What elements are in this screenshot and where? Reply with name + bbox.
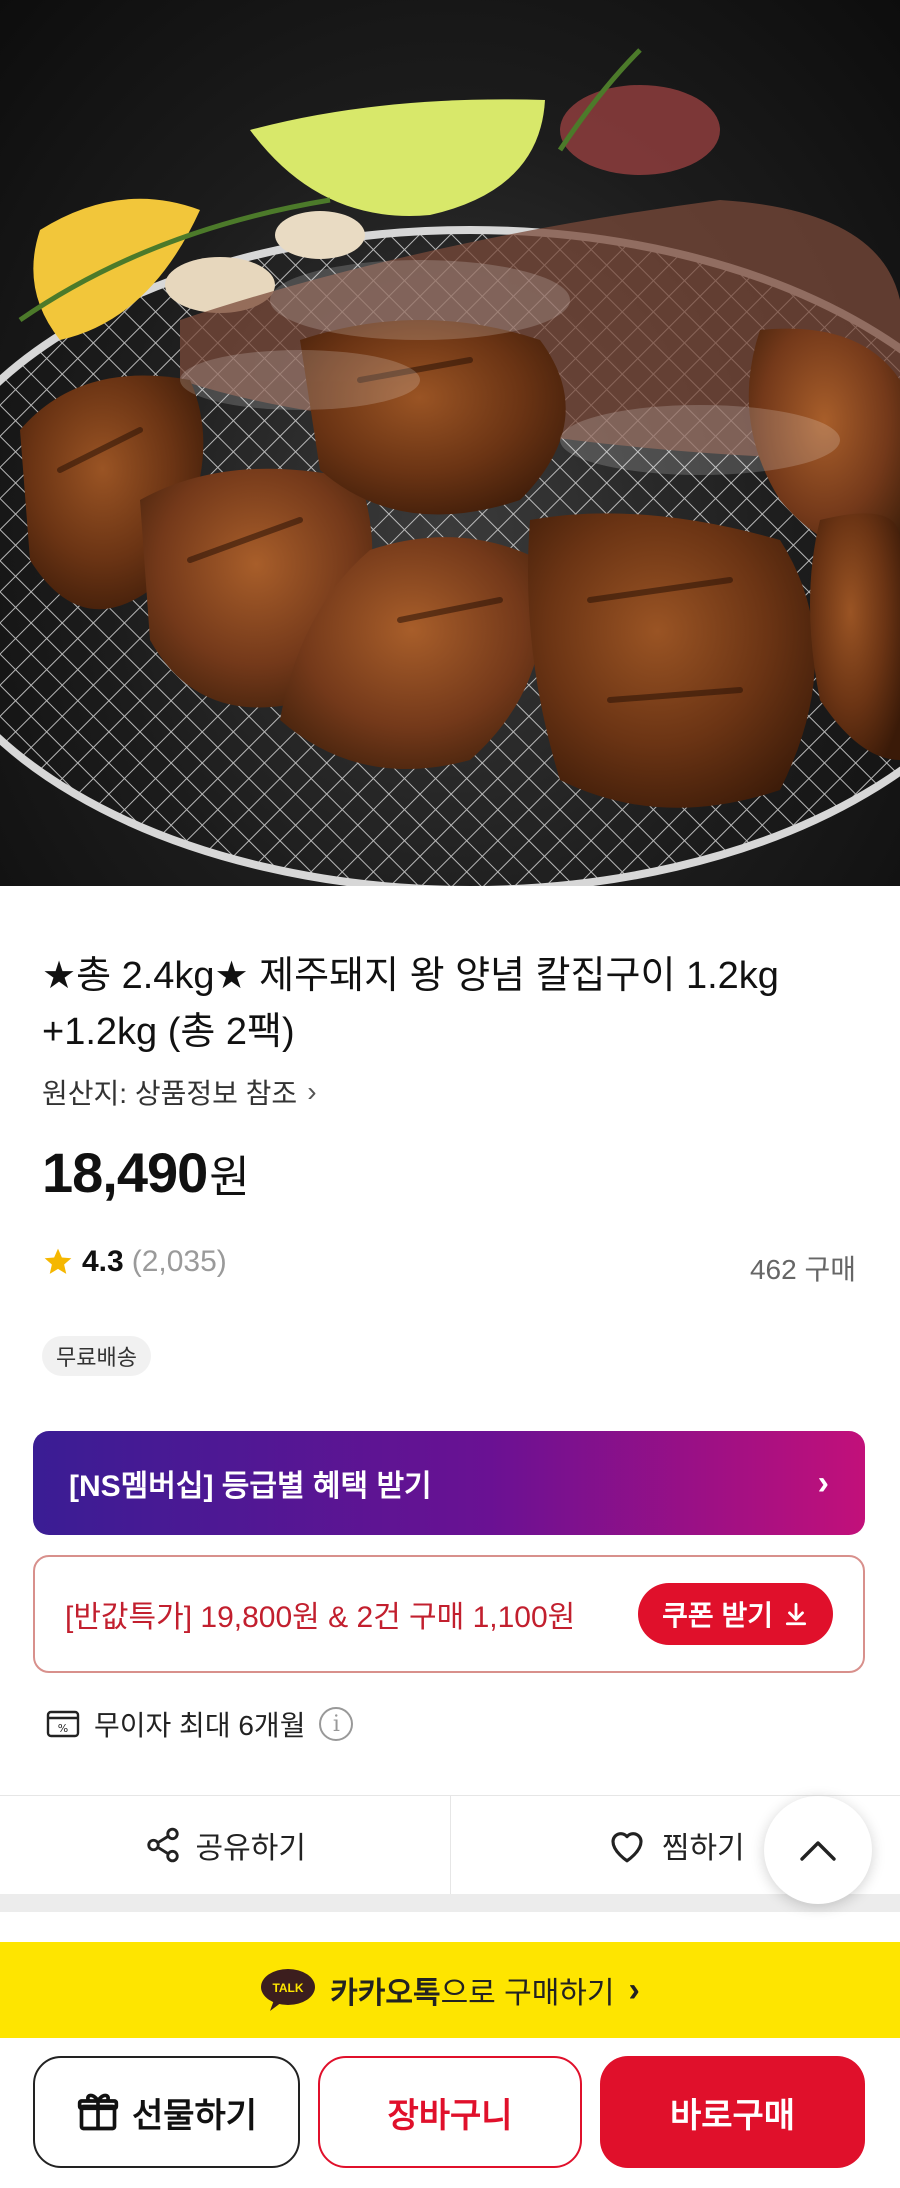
cart-button[interactable]: 장바구니	[318, 2056, 582, 2168]
origin-label: 원산지: 상품정보 참조	[42, 1078, 298, 1109]
get-coupon-button[interactable]: 쿠폰 받기	[638, 1583, 833, 1645]
gift-icon	[77, 2093, 119, 2131]
price-value: 18,490	[42, 1141, 208, 1204]
section-divider	[0, 1894, 900, 1912]
buy-now-button[interactable]: 바로구매	[600, 2056, 865, 2168]
coupon-banner: [반값특가] 19,800원 & 2건 구매 1,100원 쿠폰 받기	[33, 1555, 865, 1673]
installment-info: % 무이자 최대 6개월 i	[46, 1704, 354, 1744]
bottom-purchase-bar: 선물하기 장바구니 바로구매	[0, 2040, 900, 2188]
membership-label: [NS멤버십] 등급별 혜택 받기	[69, 1470, 432, 1503]
price: 18,490 원	[42, 1140, 250, 1205]
kakao-brand: 카카오톡	[330, 1977, 441, 2010]
scroll-to-top-button[interactable]	[764, 1796, 872, 1904]
installment-label: 무이자 최대 6개월	[94, 1710, 306, 1741]
download-icon	[785, 1602, 807, 1626]
membership-banner[interactable]: [NS멤버십] 등급별 혜택 받기 ›	[33, 1431, 865, 1535]
grilled-pork-photo	[0, 48, 900, 886]
card-percent-icon: %	[46, 1710, 80, 1738]
product-hero-image[interactable]	[0, 0, 900, 886]
purchase-count: 462 구매	[749, 1254, 856, 1285]
wish-label: 찜하기	[661, 1832, 745, 1865]
chevron-right-icon: ›	[817, 1463, 829, 1502]
kakao-label: 으로 구매하기	[440, 1977, 615, 2010]
price-unit: 원	[209, 1153, 250, 1202]
svg-text:%: %	[58, 1722, 68, 1735]
review-count: (2,035)	[131, 1245, 227, 1278]
free-shipping-badge: 무료배송	[42, 1336, 151, 1376]
info-icon[interactable]: i	[319, 1707, 354, 1741]
cart-label: 장바구니	[387, 2096, 513, 2135]
star-icon	[44, 1248, 72, 1274]
share-label: 공유하기	[195, 1832, 306, 1865]
product-title: ★총 2.4kg★ 제주돼지 왕 양념 칼집구이 1.2kg +1.2kg (총…	[42, 955, 779, 1053]
get-coupon-label: 쿠폰 받기	[662, 1600, 773, 1631]
heart-icon	[611, 1832, 643, 1863]
chevron-right-icon: ›	[628, 1970, 640, 2009]
share-button[interactable]: 공유하기	[0, 1796, 450, 1894]
rating-score: 4.3	[82, 1245, 124, 1278]
rating[interactable]: 4.3 (2,035)	[42, 1245, 227, 1279]
kakao-purchase-banner[interactable]: TALK 카카오톡으로 구매하기 ›	[0, 1942, 900, 2038]
coupon-label: [반값특가] 19,800원 & 2건 구매 1,100원	[65, 1601, 576, 1634]
share-icon	[146, 1827, 179, 1863]
origin-link[interactable]: 원산지: 상품정보 참조 ›	[42, 1072, 317, 1112]
buy-now-label: 바로구매	[669, 2096, 796, 2135]
chevron-right-icon: ›	[307, 1076, 317, 1107]
kakao-badge-text: TALK	[273, 1981, 304, 1995]
chevron-up-icon	[800, 1841, 836, 1861]
gift-button[interactable]: 선물하기	[33, 2056, 300, 2168]
kakaotalk-icon: TALK	[261, 1969, 316, 2011]
gift-label: 선물하기	[131, 2096, 258, 2135]
